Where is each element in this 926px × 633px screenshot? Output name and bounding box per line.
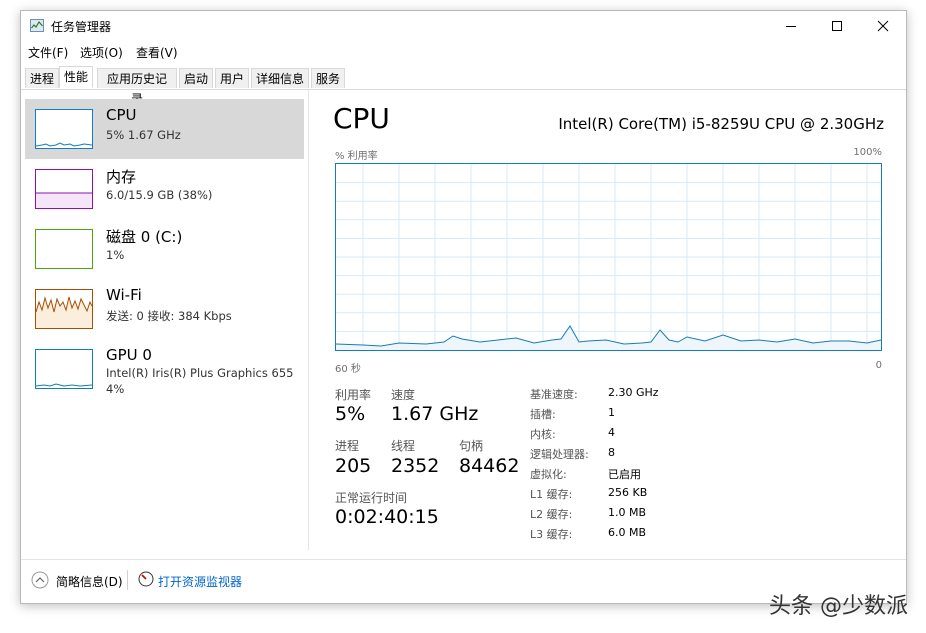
close-button[interactable] [860, 11, 906, 41]
threads-label: 线程 [391, 439, 416, 453]
cpu-detail-panel: CPU Intel(R) Core(TM) i5-8259U CPU @ 2.3… [309, 90, 906, 550]
resource-monitor-icon [138, 571, 154, 587]
threads-value: 2352 [391, 455, 440, 477]
speed-label: 速度 [391, 388, 416, 402]
logical-processors-label: 逻辑处理器: [530, 448, 589, 461]
resource-sidebar: CPU 5% 1.67 GHz 内存 6.0/15.9 GB (38%) 磁盘 … [21, 90, 309, 550]
sidebar-item-title: Wi-Fi [106, 286, 142, 304]
l3-cache-label: L3 缓存: [530, 528, 573, 541]
cpu-utilization-graph [335, 163, 882, 351]
utilization-label: 利用率 [335, 388, 372, 402]
sidebar-item-wifi[interactable]: Wi-Fi 发送: 0 接收: 384 Kbps [25, 279, 304, 339]
l2-cache-value: 1.0 MB [608, 506, 647, 519]
chevron-up-icon[interactable] [31, 571, 49, 589]
cores-label: 内核: [530, 428, 556, 441]
sidebar-item-title: 磁盘 0 (C:) [106, 228, 183, 246]
task-manager-window: 任务管理器 文件(F) 选项(O) 查看(V) 进程 性能 应用历史记录 启动 … [20, 10, 907, 604]
sidebar-item-subtitle: 发送: 0 接收: 384 Kbps [106, 309, 232, 323]
base-speed-label: 基准速度: [530, 388, 578, 401]
graph-x-end-label: 0 [875, 360, 882, 371]
cpu-thumbnail-line [35, 142, 93, 147]
graph-y-label: % 利用率 [335, 151, 378, 162]
footer-divider [127, 570, 128, 590]
logical-processors-value: 8 [608, 446, 615, 459]
cpu-thumbnail-graph [35, 109, 93, 149]
close-icon [877, 20, 889, 32]
sidebar-item-memory[interactable]: 内存 6.0/15.9 GB (38%) [25, 159, 304, 219]
maximize-icon [832, 21, 842, 31]
sidebar-item-subtitle-2: 4% [106, 382, 125, 396]
menu-bar: 文件(F) 选项(O) 查看(V) [21, 41, 906, 63]
uptime-label: 正常运行时间 [335, 491, 408, 505]
virtualization-label: 虚拟化: [530, 468, 567, 481]
sidebar-item-title: 内存 [106, 168, 137, 186]
cpu-model-name: Intel(R) Core(TM) i5-8259U CPU @ 2.30GHz [558, 115, 884, 133]
task-manager-icon [30, 19, 44, 32]
wifi-thumbnail-line [35, 296, 93, 328]
sidebar-item-disk[interactable]: 磁盘 0 (C:) 1% [25, 219, 304, 279]
processes-label: 进程 [335, 439, 360, 453]
gpu-thumbnail-graph [35, 349, 93, 389]
watermark: 头条 @少数派 [769, 594, 908, 619]
minimize-button[interactable] [768, 11, 814, 41]
menu-file[interactable]: 文件(F) [28, 44, 68, 61]
tab-details[interactable]: 详细信息 [251, 68, 309, 88]
tab-performance[interactable]: 性能 [59, 66, 93, 88]
sidebar-item-title: CPU [106, 106, 137, 124]
title-bar: 任务管理器 [21, 11, 906, 41]
sidebar-item-subtitle: 5% 1.67 GHz [106, 128, 181, 142]
memory-thumbnail-graph [35, 169, 93, 209]
tab-users[interactable]: 用户 [215, 68, 249, 88]
uptime-value: 0:02:40:15 [335, 506, 439, 528]
tab-strip: 进程 性能 应用历史记录 启动 用户 详细信息 服务 [21, 65, 906, 106]
l1-cache-value: 256 KB [608, 486, 648, 499]
menu-options[interactable]: 选项(O) [80, 44, 123, 61]
graph-y-max-label: 100% [853, 147, 882, 158]
l3-cache-value: 6.0 MB [608, 526, 647, 539]
sidebar-item-subtitle: 1% [106, 248, 125, 262]
maximize-button[interactable] [814, 11, 860, 41]
page-title: CPU [333, 102, 390, 135]
cpu-graph-canvas [335, 164, 882, 350]
menu-view[interactable]: 查看(V) [136, 44, 178, 61]
fewer-details-link[interactable]: 简略信息(D) [56, 573, 123, 590]
sockets-label: 插槽: [530, 408, 556, 421]
sidebar-item-subtitle: Intel(R) Iris(R) Plus Graphics 655 [106, 366, 294, 380]
sidebar-item-subtitle: 6.0/15.9 GB (38%) [106, 188, 213, 202]
wifi-thumbnail-graph [35, 289, 93, 329]
l2-cache-label: L2 缓存: [530, 508, 573, 521]
tab-processes[interactable]: 进程 [25, 68, 59, 88]
tab-app-history[interactable]: 应用历史记录 [97, 68, 177, 106]
virtualization-value: 已启用 [608, 468, 641, 481]
sidebar-item-gpu[interactable]: GPU 0 Intel(R) Iris(R) Plus Graphics 655… [25, 339, 304, 399]
l1-cache-label: L1 缓存: [530, 488, 573, 501]
memory-thumbnail-fill [36, 192, 92, 208]
handles-value: 84462 [459, 455, 520, 477]
graph-x-start-label: 60 秒 [335, 364, 361, 375]
base-speed-value: 2.30 GHz [608, 386, 659, 399]
cores-value: 4 [608, 426, 615, 439]
window-title: 任务管理器 [51, 20, 112, 34]
utilization-value: 5% [335, 403, 366, 425]
sockets-value: 1 [608, 406, 615, 419]
open-resource-monitor-link[interactable]: 打开资源监视器 [158, 573, 242, 590]
tab-startup[interactable]: 启动 [179, 68, 213, 88]
speed-value: 1.67 GHz [391, 403, 479, 425]
sidebar-item-title: GPU 0 [106, 346, 152, 364]
gpu-thumbnail-line [35, 383, 93, 387]
processes-value: 205 [335, 455, 372, 477]
sidebar-item-cpu[interactable]: CPU 5% 1.67 GHz [25, 99, 304, 159]
tab-services[interactable]: 服务 [311, 68, 345, 88]
disk-thumbnail-graph [35, 229, 93, 269]
minimize-icon [786, 26, 796, 27]
handles-label: 句柄 [459, 439, 484, 453]
